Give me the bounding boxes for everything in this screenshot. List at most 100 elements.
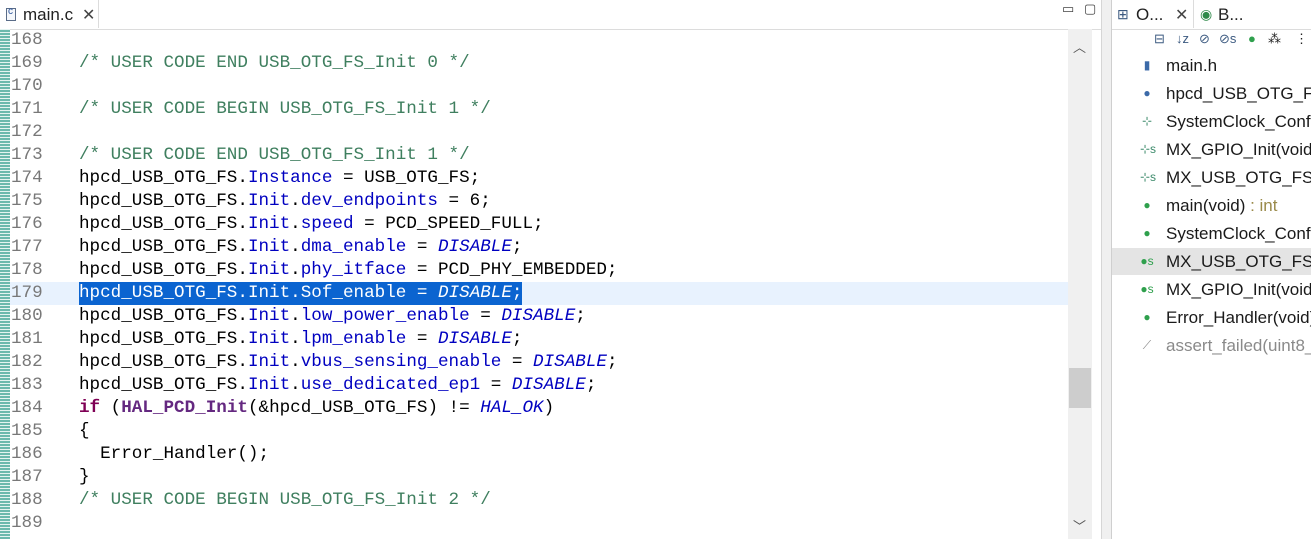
code-line[interactable]: 173 /* USER CODE END USB_OTG_FS_Init 1 */ <box>10 144 1068 167</box>
code-text[interactable]: if (HAL_PCD_Init(&hpcd_USB_OTG_FS) != HA… <box>79 397 554 420</box>
code-text[interactable]: /* USER CODE END USB_OTG_FS_Init 0 */ <box>79 52 470 75</box>
code-token: use_dedicated_ep1 <box>300 375 481 395</box>
code-line[interactable]: 183 hpcd_USB_OTG_FS.Init.use_dedicated_ep… <box>10 374 1068 397</box>
line-number: 182 <box>11 352 43 372</box>
code-text[interactable]: hpcd_USB_OTG_FS.Init.dma_enable = DISABL… <box>79 236 522 259</box>
tab-outline-label: O... <box>1136 5 1164 24</box>
code-token: . <box>290 375 301 395</box>
code-text[interactable]: hpcd_USB_OTG_FS.Init.dev_endpoints = 6; <box>79 190 491 213</box>
code-line[interactable]: 170 <box>10 75 1068 98</box>
code-token: hpcd_USB_OTG_FS. <box>79 283 248 303</box>
code-text[interactable]: Error_Handler(); <box>79 443 269 466</box>
outline-icon: ⊞ <box>1117 6 1129 22</box>
outline-item[interactable]: ⊹s MX_USB_OTG_FS_PCD_Init(void) <box>1112 164 1311 191</box>
outline-item-label: MX_GPIO_Init(void) <box>1166 280 1311 299</box>
code-text[interactable]: } <box>79 466 90 489</box>
outline-item-icon: ⟋ <box>1142 338 1152 352</box>
line-number: 181 <box>11 329 43 349</box>
code-text[interactable]: hpcd_USB_OTG_FS.Init.speed = PCD_SPEED_F… <box>79 213 544 236</box>
hide-fields-icon[interactable]: ⊘ <box>1199 31 1210 47</box>
code-line[interactable]: 186 Error_Handler(); <box>10 443 1068 466</box>
hide-macros-icon[interactable]: ⁂ <box>1268 31 1281 47</box>
outline-item-icon: ● <box>1143 310 1151 324</box>
code-line[interactable]: 188 /* USER CODE BEGIN USB_OTG_FS_Init 2 … <box>10 489 1068 512</box>
code-line[interactable]: 171 /* USER CODE BEGIN USB_OTG_FS_Init 1 … <box>10 98 1068 121</box>
outline-item-label: SystemClock_Config(void) <box>1166 224 1311 243</box>
minimize-icon[interactable]: ▭ <box>1062 1 1074 17</box>
code-line[interactable]: 184 if (HAL_PCD_Init(&hpcd_USB_OTG_FS) !=… <box>10 397 1068 420</box>
outline-item[interactable]: ⟋ assert_failed(uint8_t <box>1112 332 1311 359</box>
line-number: 177 <box>11 237 43 257</box>
tab-label: main.c <box>23 5 74 24</box>
outline-item-label: MX_GPIO_Init(void) <box>1166 140 1311 159</box>
outline-item[interactable]: ● main(void) : int <box>1112 192 1311 219</box>
maximize-icon[interactable]: ▢ <box>1084 1 1096 17</box>
code-token: Init <box>247 283 291 303</box>
code-text[interactable]: /* USER CODE BEGIN USB_OTG_FS_Init 2 */ <box>79 489 491 512</box>
code-token: Init <box>247 237 291 257</box>
hide-static-icon[interactable]: ⊘s <box>1219 31 1236 47</box>
outline-item-label: hpcd_USB_OTG_FS <box>1166 84 1311 103</box>
code-token: Init <box>247 329 291 349</box>
code-line[interactable]: 182 hpcd_USB_OTG_FS.Init.vbus_sensing_ena… <box>10 351 1068 374</box>
code-text[interactable]: hpcd_USB_OTG_FS.Init.use_dedicated_ep1 =… <box>79 374 596 397</box>
code-text[interactable]: hpcd_USB_OTG_FS.Init.lpm_enable = DISABL… <box>79 328 522 351</box>
scrollbar-thumb[interactable] <box>1069 368 1091 408</box>
outline-item[interactable]: ⊹s MX_GPIO_Init(void) <box>1112 136 1311 163</box>
scroll-down-icon[interactable]: ﹀ <box>1073 516 1086 535</box>
scroll-up-icon[interactable]: ︿ <box>1073 37 1086 56</box>
code-line[interactable]: 169 /* USER CODE END USB_OTG_FS_Init 0 */ <box>10 52 1068 75</box>
outline-item-icon: ● <box>1143 86 1151 100</box>
code-token: Init <box>247 375 291 395</box>
code-line[interactable]: 176 hpcd_USB_OTG_FS.Init.speed = PCD_SPEE… <box>10 213 1068 236</box>
code-line[interactable]: 174 hpcd_USB_OTG_FS.Instance = USB_OTG_FS… <box>10 167 1068 190</box>
code-line[interactable]: 175 hpcd_USB_OTG_FS.Init.dev_endpoints = … <box>10 190 1068 213</box>
code-line[interactable]: 179 hpcd_USB_OTG_FS.Init.Sof_enable = DIS… <box>10 282 1068 305</box>
code-text[interactable]: hpcd_USB_OTG_FS.Init.phy_itface = PCD_PH… <box>79 259 618 282</box>
code-token: ; <box>606 352 618 372</box>
outline-item[interactable]: ▮ main.h <box>1112 52 1311 79</box>
code-token: . <box>290 237 301 257</box>
outline-item[interactable]: ● SystemClock_Config(void) <box>1112 220 1311 247</box>
code-editor[interactable]: main.c ✕ ▭ ▢ 168 169 /* USER CODE END USB_… <box>0 0 1101 539</box>
collapse-all-icon[interactable]: ⊟ <box>1154 31 1165 47</box>
outline-item[interactable]: ●s MX_USB_OTG_FS_PCD_Init(void) <box>1112 248 1311 275</box>
line-number: 188 <box>11 490 43 510</box>
vertical-scrollbar[interactable]: ︿ ﹀ <box>1068 29 1092 539</box>
view-menu-icon[interactable]: ⋮ <box>1295 31 1308 47</box>
tab-outline[interactable]: ⊞ O... ✕ <box>1112 0 1194 28</box>
code-line[interactable]: 180 hpcd_USB_OTG_FS.Init.low_power_enable… <box>10 305 1068 328</box>
code-line[interactable]: 187} <box>10 466 1068 489</box>
code-area[interactable]: 168 169 /* USER CODE END USB_OTG_FS_Init 0… <box>10 29 1068 539</box>
code-line[interactable]: 168 <box>10 29 1068 52</box>
outline-item-label: SystemClock_Config(void) <box>1166 112 1311 131</box>
selected-code-text[interactable]: hpcd_USB_OTG_FS.Init.Sof_enable = DISABL… <box>79 282 523 305</box>
outline-item[interactable]: ● hpcd_USB_OTG_FS <box>1112 80 1311 107</box>
outline-item[interactable]: ●s MX_GPIO_Init(void) <box>1112 276 1311 303</box>
outline-item[interactable]: ● Error_Handler(void) <box>1112 304 1311 331</box>
code-text[interactable]: hpcd_USB_OTG_FS.Instance = USB_OTG_FS; <box>79 167 480 190</box>
hide-non-public-icon[interactable]: ● <box>1248 31 1256 46</box>
outline-item-icon: ⊹ <box>1141 114 1153 128</box>
code-token: Init <box>247 214 291 234</box>
code-text[interactable]: { <box>79 420 90 443</box>
tab-main-c[interactable]: main.c ✕ <box>0 0 99 28</box>
code-line[interactable]: 189 <box>10 512 1068 535</box>
code-line[interactable]: 185 { <box>10 420 1068 443</box>
outline-item-label: MX_USB_OTG_FS_PCD_Init(void) <box>1166 168 1311 187</box>
code-token: HAL_OK <box>480 398 544 418</box>
close-icon[interactable]: ✕ <box>1175 5 1188 25</box>
sort-icon[interactable]: ↓z <box>1176 31 1189 46</box>
code-line[interactable]: 177 hpcd_USB_OTG_FS.Init.dma_enable = DIS… <box>10 236 1068 259</box>
tab-build-targets[interactable]: ◉ B... <box>1194 0 1254 28</box>
outline-item[interactable]: ⊹ SystemClock_Config(void) <box>1112 108 1311 135</box>
close-icon[interactable]: ✕ <box>82 5 95 25</box>
code-text[interactable]: hpcd_USB_OTG_FS.Init.low_power_enable = … <box>79 305 586 328</box>
code-line[interactable]: 181 hpcd_USB_OTG_FS.Init.lpm_enable = DIS… <box>10 328 1068 351</box>
pane-splitter[interactable] <box>1101 0 1111 539</box>
code-text[interactable]: /* USER CODE END USB_OTG_FS_Init 1 */ <box>79 144 470 167</box>
code-line[interactable]: 178 hpcd_USB_OTG_FS.Init.phy_itface = PCD… <box>10 259 1068 282</box>
code-text[interactable]: /* USER CODE BEGIN USB_OTG_FS_Init 1 */ <box>79 98 491 121</box>
code-text[interactable]: hpcd_USB_OTG_FS.Init.vbus_sensing_enable… <box>79 351 618 374</box>
code-line[interactable]: 172 <box>10 121 1068 144</box>
